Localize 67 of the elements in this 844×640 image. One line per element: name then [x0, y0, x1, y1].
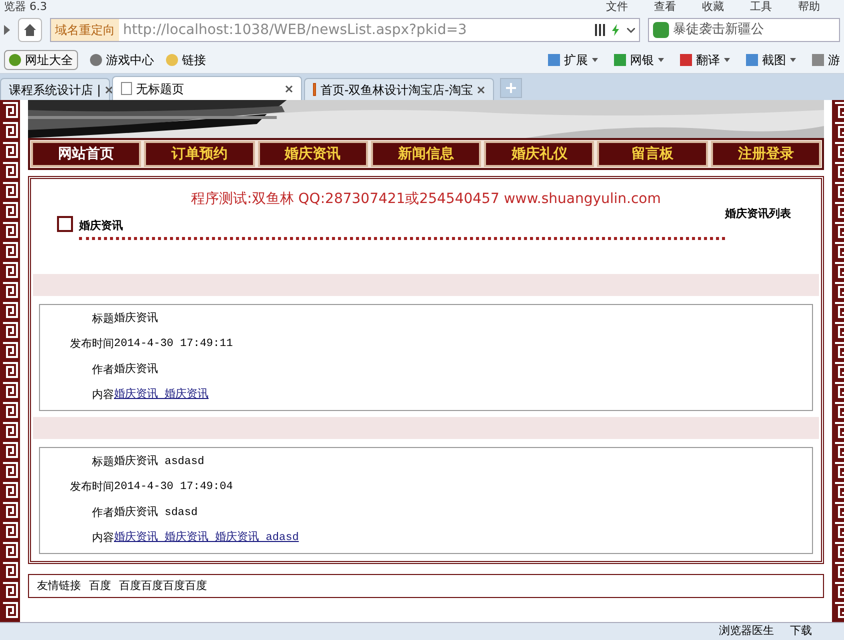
search-icon[interactable] [653, 22, 669, 38]
content-link[interactable]: 婚庆资讯 婚庆资讯 婚庆资讯 adasd [114, 530, 299, 546]
status-item[interactable]: 浏览器医生 [719, 623, 774, 640]
search-text: 暴徒袭击新疆公 [673, 21, 764, 40]
address-bar[interactable]: 域名重定向 http://localhost:1038/WEB/newsList.aspx?pkid=3 [50, 18, 640, 42]
chevron-down-icon[interactable] [627, 28, 635, 32]
footer-label: 友情链接 [37, 578, 81, 594]
content-link[interactable]: 婚庆资讯 婚庆资讯 [114, 387, 209, 404]
field-label: 内容 [92, 387, 114, 403]
url-text: http://localhost:1038/WEB/newsList.aspx?pkid=3 [122, 20, 468, 40]
toolbar-button[interactable]: 扩展 [548, 50, 588, 68]
toolbar-button[interactable]: 游 [812, 50, 840, 68]
fret-icon [57, 216, 73, 232]
field-label: 发布时间 [70, 336, 114, 352]
nav-button[interactable]: 网站首页 [31, 141, 142, 167]
field-label: 标题 [92, 454, 114, 470]
notice-text: 程序测试:双鱼林 QQ:287307421或254540457 www.shuangyulin.com [190, 190, 662, 209]
caret-icon[interactable] [790, 58, 796, 62]
toolbar-button[interactable]: 截图 [746, 50, 786, 68]
field-value: 2014-4-30 17:49:11 [114, 337, 233, 352]
bookmark-link[interactable]: 链接 [166, 50, 206, 68]
nav-button[interactable]: 订单预约 [144, 141, 255, 167]
field-label: 内容 [92, 530, 114, 546]
nav-button[interactable]: 婚庆礼仪 [484, 141, 594, 167]
search-field[interactable]: 暴徒袭击新疆公 [648, 18, 840, 42]
menu-item[interactable]: 帮助 [798, 0, 820, 16]
section-aside: 婚庆资讯列表 [725, 208, 792, 219]
footer-link[interactable]: 百度 [89, 578, 111, 594]
close-icon[interactable] [285, 84, 293, 92]
browser-tab[interactable]: 课程系统设计店 | [0, 78, 110, 100]
caret-icon[interactable] [724, 58, 730, 62]
toolbar-button[interactable]: 翻译 [680, 50, 720, 68]
bookmark-link[interactable]: 网址大全 [4, 50, 78, 70]
menu-item[interactable]: 文件 [606, 0, 628, 16]
nav-button[interactable]: 新闻信息 [370, 141, 482, 167]
field-value: 婚庆资讯 sdasd [114, 504, 198, 520]
home-button[interactable] [18, 18, 42, 42]
browser-tab[interactable]: 首页-双鱼林设计淘宝店-淘宝 [304, 78, 494, 100]
nav-button[interactable]: 留言板 [597, 141, 708, 167]
nav-button[interactable]: 注册登录 [710, 141, 821, 167]
section-title: 婚庆资讯 [79, 219, 123, 232]
field-label: 标题 [92, 310, 114, 326]
status-item[interactable]: 下载 [790, 623, 812, 640]
field-label: 发布时间 [70, 479, 114, 495]
footer-link[interactable]: 百度百度百度百度 [119, 578, 207, 594]
field-value: 2014-4-30 17:49:04 [114, 480, 233, 495]
forward-icon[interactable] [4, 25, 10, 35]
field-label: 作者 [92, 504, 114, 520]
lightning-icon[interactable] [611, 24, 619, 36]
field-label: 作者 [92, 362, 114, 378]
toolbar-button[interactable]: 网银 [614, 50, 654, 68]
field-value: 婚庆资讯 [114, 362, 158, 378]
window-title: 览器 6.3 [4, 0, 47, 15]
redirect-badge: 域名重定向 [51, 19, 119, 41]
menu-item[interactable]: 查看 [654, 0, 676, 16]
field-value: 婚庆资讯 [114, 310, 158, 326]
menu-item[interactable]: 工具 [750, 0, 772, 16]
close-icon[interactable] [477, 86, 485, 94]
nav-button[interactable]: 婚庆资讯 [258, 141, 368, 167]
browser-tab[interactable]: 无标题页 [112, 76, 302, 100]
bookmark-link[interactable]: 游戏中心 [90, 50, 154, 68]
field-value: 婚庆资讯 asdasd [114, 454, 204, 470]
caret-icon[interactable] [658, 58, 664, 62]
caret-icon[interactable] [592, 58, 598, 62]
home-icon [23, 23, 37, 37]
close-icon[interactable] [104, 86, 113, 94]
menu-item[interactable]: 收藏 [702, 0, 724, 16]
